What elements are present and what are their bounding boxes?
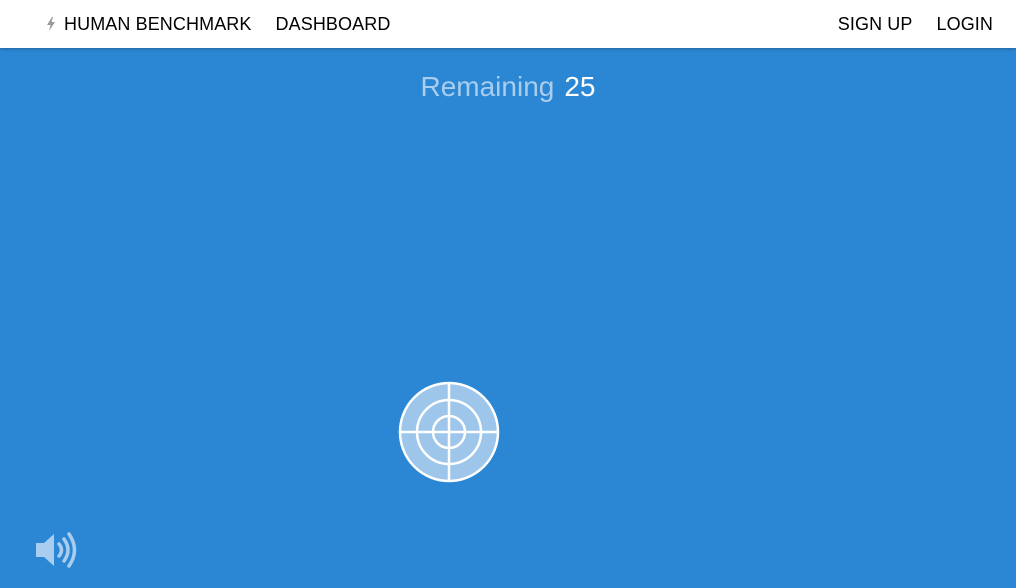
login-label: LOGIN xyxy=(936,13,993,34)
brand-label: HUMAN BENCHMARK xyxy=(64,13,252,34)
remaining-label: Remaining xyxy=(420,71,555,102)
crosshair-target-icon[interactable] xyxy=(398,381,500,483)
remaining-count: 25 xyxy=(564,71,596,102)
home-brand-link[interactable]: HUMAN BENCHMARK xyxy=(46,14,252,35)
dashboard-link[interactable]: DASHBOARD xyxy=(276,14,391,35)
login-link[interactable]: LOGIN xyxy=(936,14,993,35)
nav-left-group: HUMAN BENCHMARK DASHBOARD xyxy=(46,0,390,48)
nav-right-group: SIGN UP LOGIN xyxy=(838,0,993,48)
remaining-counter: Remaining 25 xyxy=(0,70,1016,104)
dashboard-label: DASHBOARD xyxy=(275,13,391,34)
sign-up-link[interactable]: SIGN UP xyxy=(838,14,913,35)
lightning-bolt-icon xyxy=(47,17,55,31)
sign-up-label: SIGN UP xyxy=(837,13,913,34)
speaker-volume-icon[interactable] xyxy=(34,530,78,570)
top-navbar: HUMAN BENCHMARK DASHBOARD SIGN UP LOGIN xyxy=(0,0,1016,48)
